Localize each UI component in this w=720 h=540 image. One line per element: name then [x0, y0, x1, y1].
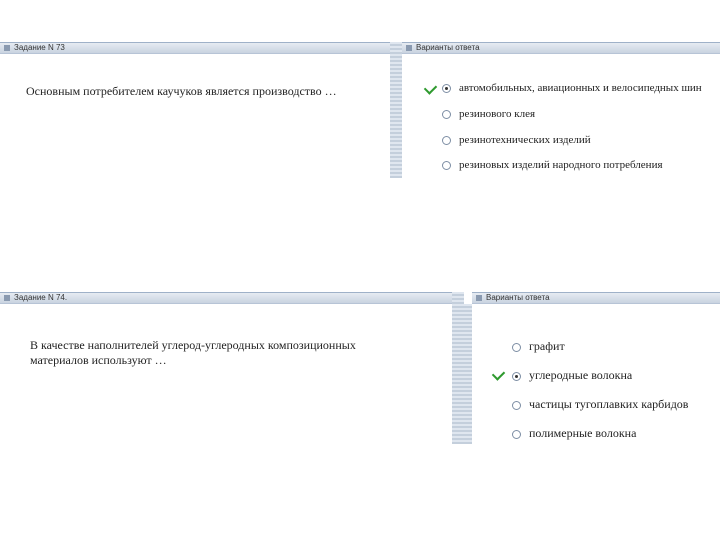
radio-button[interactable]	[512, 400, 521, 410]
task1-option-2[interactable]: резинового клея	[442, 108, 535, 120]
task1-option-1[interactable]: автомобильных, авиационных и велосипедны…	[442, 82, 702, 94]
list-icon	[476, 294, 482, 301]
task2-option-4[interactable]: полимерные волокна	[512, 426, 636, 441]
radio-button-selected[interactable]	[512, 371, 521, 381]
checkmark-icon	[423, 81, 438, 95]
task2-header-label: Задание N 74.	[14, 293, 68, 302]
task1-question-text: Основным потребителем каучуков является …	[26, 84, 337, 98]
task2-answers-panel: Варианты ответа графит углеродные волокн…	[472, 292, 720, 444]
list-icon	[4, 294, 10, 301]
task1-answers-header: Варианты ответа	[402, 42, 720, 54]
list-icon	[4, 44, 10, 51]
task1-option-4[interactable]: резиновых изделий народного потребления	[442, 159, 663, 171]
task1-question-header: Задание N 73	[0, 42, 390, 54]
radio-button[interactable]	[512, 342, 521, 352]
task1-header-label: Задание N 73	[14, 43, 65, 52]
checkmark-icon	[491, 367, 506, 381]
radio-button-selected[interactable]	[442, 83, 451, 93]
task2-answers-header: Варианты ответа	[472, 292, 720, 304]
radio-button[interactable]	[442, 160, 451, 170]
task1-question-panel: Задание N 73 Основным потребителем каучу…	[0, 42, 390, 178]
task2-option-2[interactable]: углеродные волокна	[512, 368, 632, 383]
radio-button[interactable]	[512, 429, 521, 439]
task2-left-strip	[460, 304, 472, 444]
radio-button[interactable]	[442, 109, 451, 119]
task2-question-header: Задание N 74.	[0, 292, 452, 304]
task2-question-panel: Задание N 74. В качестве наполнителей уг…	[0, 292, 452, 444]
task2-option-1[interactable]: графит	[512, 339, 565, 354]
task1-answers-panel: Варианты ответа автомобильных, авиационн…	[402, 42, 720, 178]
list-icon	[406, 44, 412, 51]
task2-option-3[interactable]: частицы тугоплавких карбидов	[512, 397, 688, 412]
radio-button[interactable]	[442, 135, 451, 145]
task1-answers-header-label: Варианты ответа	[416, 43, 480, 52]
task1-divider-strip	[390, 42, 402, 178]
task2-question-text: В качестве наполнителей углерод-углеродн…	[30, 338, 356, 367]
task1-option-3[interactable]: резинотехнических изделий	[442, 134, 591, 146]
task2-answers-header-label: Варианты ответа	[486, 293, 550, 302]
